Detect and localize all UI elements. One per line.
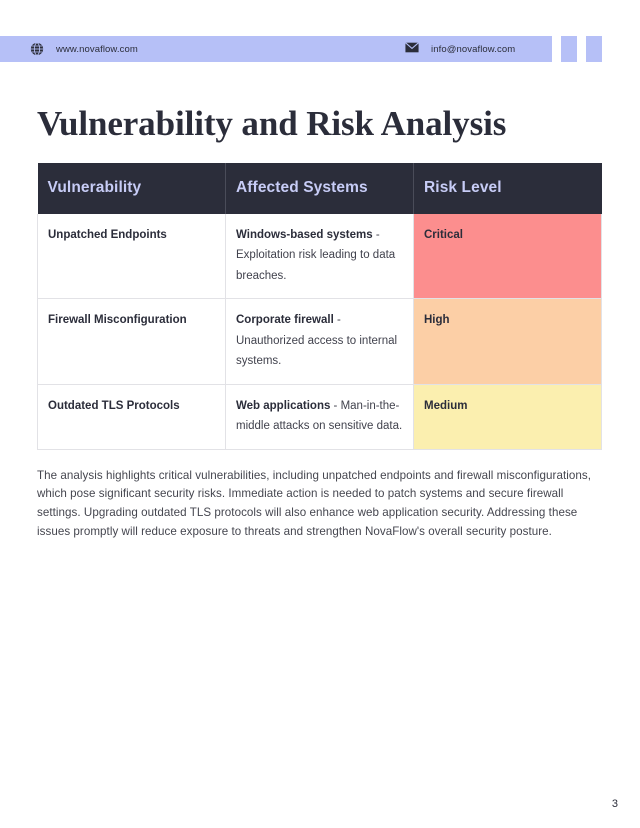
cell-affected-systems: Windows-based systems - Exploitation ris… [225,214,414,300]
email-address: info@novaflow.com [431,43,516,55]
document-header-bar: www.novaflow.com info@novaflow.com [0,36,640,62]
page-title: Vulnerability and Risk Analysis [37,104,507,144]
cell-risk-level: Medium [413,384,602,450]
table-row: Firewall Misconfiguration Corporate fire… [37,298,602,385]
cell-risk-level: Critical [413,214,602,300]
cell-vulnerability: Unpatched Endpoints [37,214,226,300]
cell-vulnerability: Firewall Misconfiguration [37,298,226,385]
vulnerability-risk-table: Vulnerability Affected Systems Risk Leve… [37,163,602,450]
cell-affected-systems: Web applications - Man-in-the-middle att… [225,384,414,450]
website-url: www.novaflow.com [56,43,138,55]
risk-table-container: Vulnerability Affected Systems Risk Leve… [37,163,602,450]
table-row: Outdated TLS Protocols Web applications … [37,384,602,450]
system-lead: Web applications [236,399,331,412]
page-number: 3 [611,798,618,810]
email-contact[interactable]: info@novaflow.com [405,42,515,56]
decorative-block-2 [586,36,602,62]
envelope-icon [405,42,419,56]
decorative-block-1 [561,36,577,62]
contact-bar: www.novaflow.com info@novaflow.com [0,36,552,62]
globe-icon [30,42,44,56]
system-lead: Windows-based systems [236,229,373,241]
cell-risk-level: High [413,298,602,385]
website-contact[interactable]: www.novaflow.com [30,42,138,56]
column-header-vulnerability: Vulnerability [37,163,226,214]
column-header-affected-systems: Affected Systems [225,163,414,214]
cell-vulnerability: Outdated TLS Protocols [37,384,226,450]
column-header-risk-level: Risk Level [413,163,602,214]
system-lead: Corporate firewall [236,314,334,327]
table-row: Unpatched Endpoints Windows-based system… [37,214,602,300]
table-header-row: Vulnerability Affected Systems Risk Leve… [37,163,602,214]
cell-affected-systems: Corporate firewall - Unauthorized access… [225,298,414,385]
analysis-summary: The analysis highlights critical vulnera… [37,468,591,538]
